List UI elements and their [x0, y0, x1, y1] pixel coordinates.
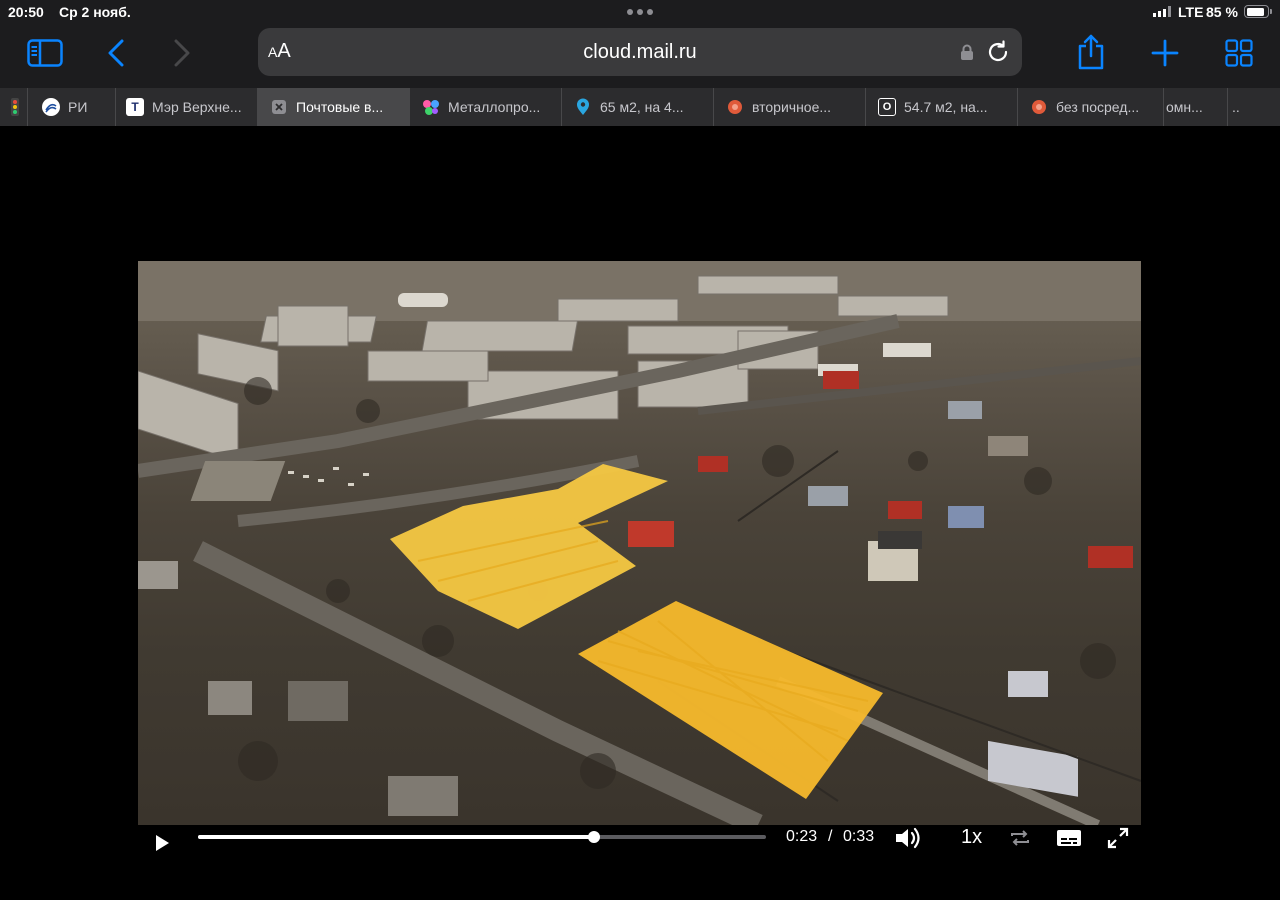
status-time: 20:50	[8, 4, 44, 20]
signal-strength-icon	[1153, 6, 1173, 17]
tab-1[interactable]: РИ	[28, 88, 116, 126]
avito-icon	[1030, 98, 1048, 116]
close-tab-icon[interactable]	[270, 98, 288, 116]
aerial-video-frame[interactable]	[138, 261, 1141, 825]
plus-icon	[1151, 39, 1179, 67]
status-date: Ср 2 нояб.	[59, 4, 131, 20]
sidebar-icon	[27, 39, 63, 67]
tab-10[interactable]: ..	[1228, 88, 1248, 126]
battery-icon	[1244, 5, 1269, 18]
highlighted-plot-l-shape	[390, 464, 668, 629]
network-type: LTE	[1178, 4, 1204, 20]
multitasking-dots-icon[interactable]	[627, 9, 653, 15]
traffic-light-icon	[6, 98, 24, 116]
avito-icon	[726, 98, 744, 116]
tab-9[interactable]: омн...	[1164, 88, 1228, 126]
duration: 0:33	[843, 828, 875, 845]
current-time: 0:23	[786, 828, 818, 845]
chevron-right-icon	[174, 39, 190, 67]
address-bar[interactable]: AA cloud.mail.ru	[258, 28, 1022, 76]
back-button[interactable]	[104, 38, 128, 68]
video-progress-bar[interactable]	[198, 831, 766, 843]
url-text: cloud.mail.ru	[583, 41, 697, 63]
lock-icon	[961, 44, 973, 60]
tab-grid-icon	[1225, 39, 1253, 67]
pin-icon	[574, 98, 592, 116]
tab-label: Мэр Верхне...	[152, 99, 242, 115]
tab-label: Почтовые в...	[296, 99, 384, 115]
tab-label: вторичное...	[752, 99, 832, 115]
tab-label: 54.7 м2, на...	[904, 99, 988, 115]
o-icon: O	[878, 98, 896, 116]
tab-7[interactable]: O 54.7 м2, на...	[866, 88, 1018, 126]
playback-speed-button[interactable]: 1x	[961, 826, 982, 849]
progress-thumb[interactable]	[587, 831, 600, 843]
fullscreen-icon[interactable]	[1107, 827, 1129, 849]
tab-label: Металлопро...	[448, 99, 541, 115]
aerial-town-image	[138, 261, 1141, 825]
progress-fill	[198, 835, 594, 839]
colored-dots-icon	[422, 98, 440, 116]
tab-3-active[interactable]: Почтовые в...	[258, 88, 410, 126]
tab-overview-button[interactable]	[1224, 38, 1254, 68]
reload-icon[interactable]	[986, 40, 1010, 64]
battery-tip	[1270, 9, 1272, 14]
play-icon[interactable]	[154, 834, 170, 852]
sidebar-toggle-button[interactable]	[26, 38, 64, 68]
tab-label: без посред...	[1056, 99, 1140, 115]
tab-bar: РИ T Мэр Верхне... Почтовые в... Металло…	[0, 88, 1280, 126]
subtitles-icon[interactable]	[1056, 827, 1082, 849]
tab-label: ..	[1232, 99, 1240, 115]
tab-label: РИ	[68, 99, 88, 115]
tab-label: омн...	[1166, 99, 1203, 115]
tab-0[interactable]	[0, 88, 28, 126]
share-button[interactable]	[1076, 32, 1106, 72]
loop-icon[interactable]	[1009, 827, 1031, 849]
t-icon: T	[126, 98, 144, 116]
tab-label: 65 м2, на 4...	[600, 99, 684, 115]
tab-2[interactable]: T Мэр Верхне...	[116, 88, 258, 126]
browser-toolbar: AA cloud.mail.ru	[0, 24, 1280, 88]
tab-8[interactable]: без посред...	[1018, 88, 1164, 126]
new-tab-button[interactable]	[1150, 38, 1180, 68]
forward-button[interactable]	[170, 38, 194, 68]
share-icon	[1078, 34, 1104, 70]
chevron-left-icon	[108, 39, 124, 67]
tab-6[interactable]: вторичное...	[714, 88, 866, 126]
tab-5[interactable]: 65 м2, на 4...	[562, 88, 714, 126]
status-bar: 20:50 Ср 2 нояб. LTE 85 %	[0, 0, 1280, 24]
time-separator: /	[828, 828, 833, 845]
tab-4[interactable]: Металлопро...	[410, 88, 562, 126]
video-controls: 0:23 / 0:33 1x	[138, 825, 1141, 861]
ri-icon	[42, 98, 60, 116]
battery-percent: 85 %	[1206, 4, 1238, 20]
volume-icon[interactable]	[894, 826, 922, 850]
